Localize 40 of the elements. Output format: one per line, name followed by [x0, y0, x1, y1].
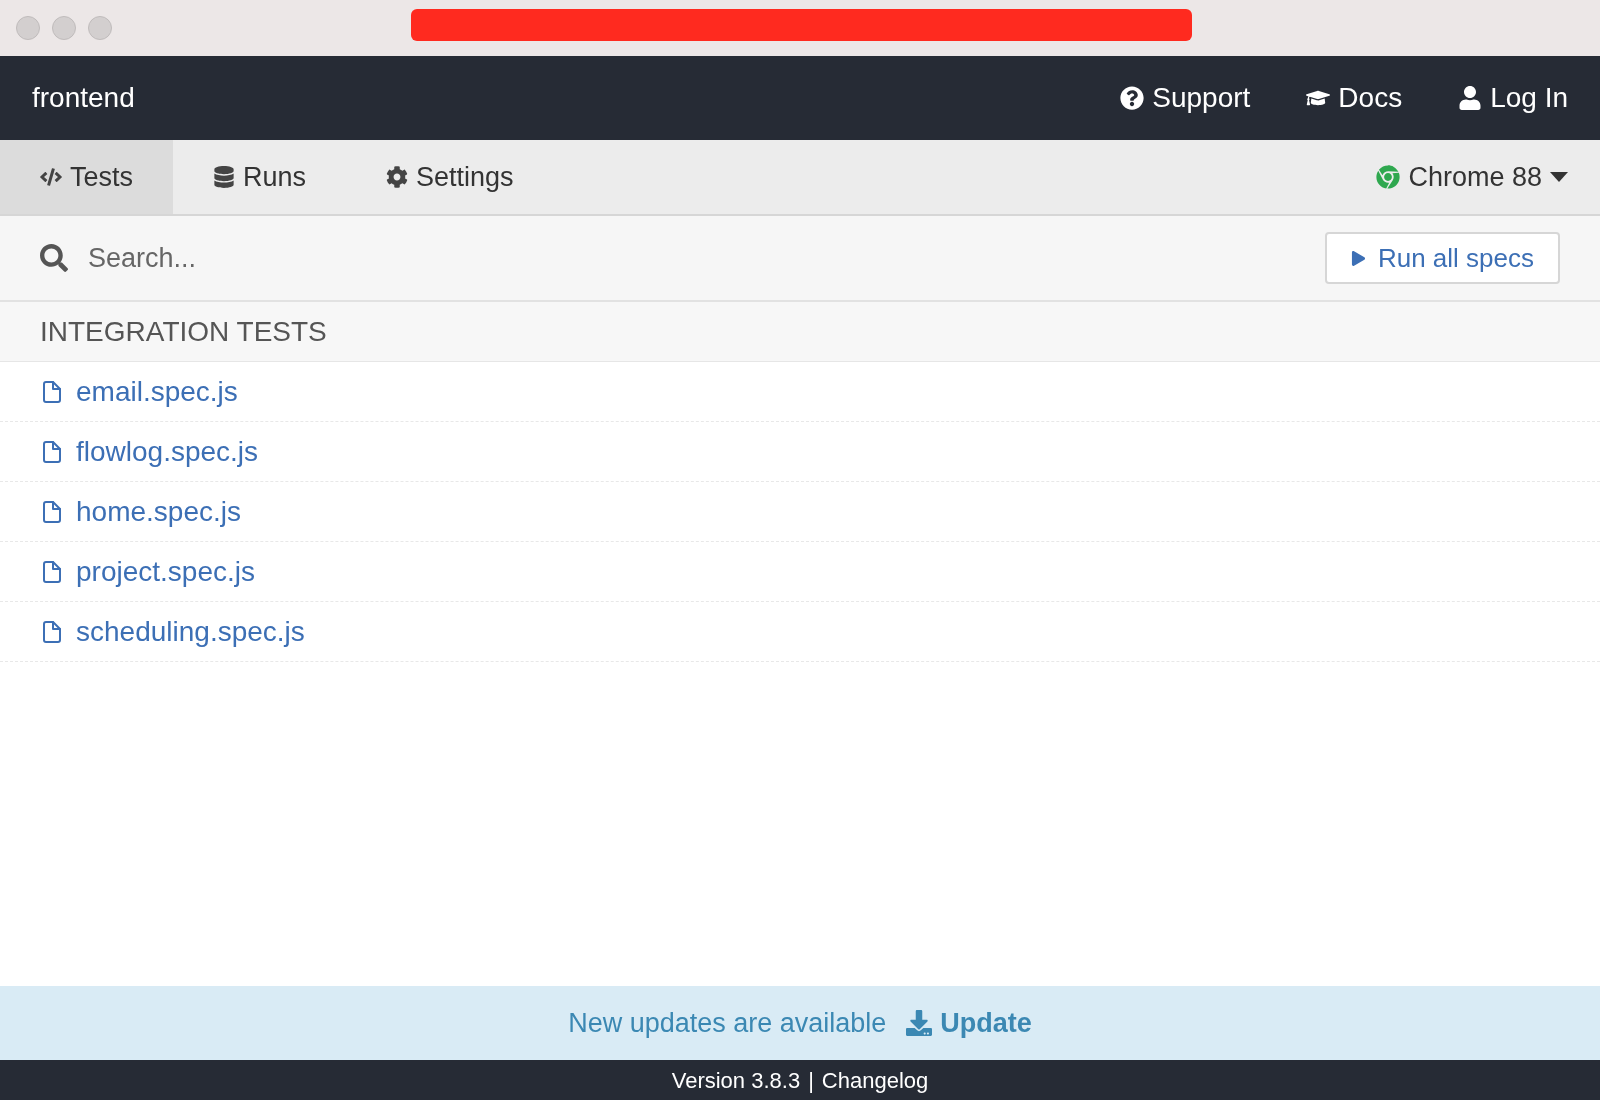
nav-link[interactable]: Docs [1306, 77, 1403, 119]
changelog-link[interactable]: Changelog [821, 1063, 929, 1097]
spec-file-name: project.spec.js [76, 554, 255, 589]
settings-icon [386, 166, 409, 188]
play-icon [1350, 250, 1366, 266]
search-icon [40, 244, 68, 272]
tab[interactable]: Tests [0, 140, 174, 214]
project-name: frontend [32, 81, 135, 115]
file-icon [40, 619, 64, 644]
nav-link[interactable]: Support [1120, 77, 1251, 119]
spec-file-row[interactable]: home.spec.js [0, 482, 1600, 542]
file-icon [40, 439, 64, 464]
spec-file-name: flowlog.spec.js [76, 434, 259, 469]
nav-link[interactable]: Log In [1458, 77, 1568, 119]
download-icon [906, 1010, 933, 1036]
browser-icon [1376, 165, 1401, 189]
version-text: Version 3.8.3 [671, 1066, 801, 1095]
update-message: New updates are available [568, 1006, 887, 1040]
code-icon [40, 166, 62, 188]
help-icon [1120, 86, 1145, 110]
spec-file-name: email.spec.js [76, 374, 238, 409]
spec-file-name: home.spec.js [76, 494, 241, 529]
search-bar[interactable]: Search... Run all specs [0, 216, 1600, 302]
file-icon [40, 499, 64, 524]
user-icon [1458, 86, 1483, 110]
browser-dropdown[interactable]: Chrome 88 [1376, 140, 1568, 214]
run-all-specs-button[interactable]: Run all specs [1324, 232, 1560, 284]
file-icon [40, 559, 64, 584]
spec-file-row[interactable]: flowlog.spec.js [0, 422, 1600, 482]
section-title: INTEGRATION TESTS [40, 314, 327, 349]
spec-file-row[interactable]: email.spec.js [0, 362, 1600, 422]
tab[interactable]: Runs [173, 140, 347, 214]
spec-file-row[interactable]: project.spec.js [0, 542, 1600, 602]
file-icon [40, 379, 64, 404]
spec-file-row[interactable]: scheduling.spec.js [0, 602, 1600, 662]
spec-file-name: scheduling.spec.js [76, 614, 305, 649]
separator-text: | [808, 1066, 814, 1095]
database-icon [213, 166, 236, 188]
tab[interactable]: Settings [346, 140, 554, 214]
caret-icon [1550, 172, 1568, 182]
